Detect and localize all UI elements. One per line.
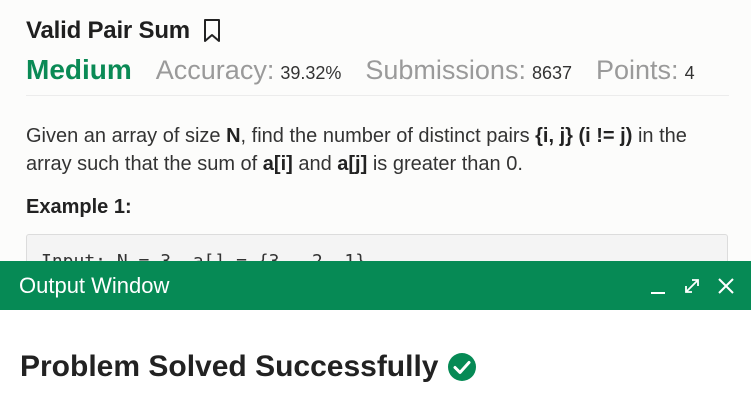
problem-meta: Medium Accuracy: 39.32% Submissions: 863… — [26, 54, 731, 88]
status-message: Problem Solved Successfully — [20, 350, 439, 383]
desc-text: , find the number of distinct pairs — [240, 125, 536, 147]
minimize-icon[interactable] — [647, 275, 669, 297]
close-icon[interactable] — [715, 275, 737, 297]
points-label: Points: — [596, 55, 679, 85]
accuracy-value: 39.32% — [280, 63, 342, 83]
desc-text: Given an array of size — [26, 125, 227, 147]
desc-bold-n: N — [226, 125, 241, 147]
points-value: 4 — [684, 63, 695, 83]
window-controls — [635, 275, 737, 297]
desc-bold-ai: a[i] — [262, 153, 293, 175]
desc-text: is greater than 0. — [367, 153, 523, 175]
expand-icon[interactable] — [681, 275, 703, 297]
output-window-body: Problem Solved Successfully — [0, 310, 751, 410]
desc-bold-pair: {i, j} (i != j) — [535, 125, 633, 147]
submissions-label: Submissions: — [365, 55, 526, 85]
status-row: Problem Solved Successfully — [20, 350, 477, 384]
desc-text: and — [292, 153, 338, 175]
example-title: Example 1: — [26, 196, 132, 218]
problem-header: Valid Pair Sum Medium Accuracy: 39.32% S… — [26, 14, 731, 88]
check-circle-icon — [447, 352, 477, 382]
bookmark-icon[interactable] — [202, 18, 222, 44]
output-window-title: Output Window — [19, 272, 170, 298]
problem-description: Given an array of size N, find the numbe… — [26, 122, 726, 178]
output-window-header: Output Window — [0, 261, 751, 310]
problem-title: Valid Pair Sum — [26, 17, 190, 44]
desc-bold-aj: a[j] — [337, 153, 368, 175]
accuracy-label: Accuracy: — [155, 55, 275, 85]
difficulty-badge: Medium — [26, 54, 132, 85]
submissions-value: 8637 — [531, 63, 573, 83]
title-row: Valid Pair Sum — [26, 14, 731, 48]
header-divider — [26, 95, 729, 96]
